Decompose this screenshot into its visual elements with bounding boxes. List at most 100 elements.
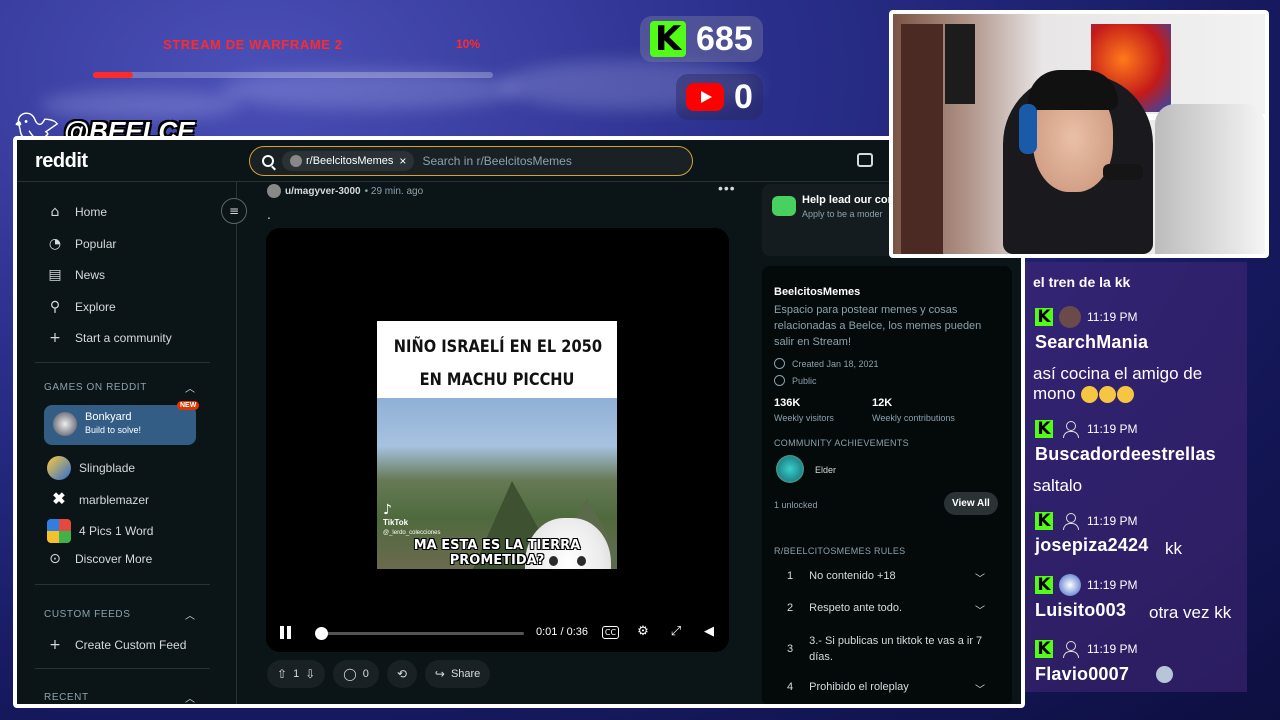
chat-username[interactable]: josepiza2424 [1035,535,1148,556]
advertise-icon[interactable] [857,153,873,167]
chat-username[interactable]: SearchMania [1035,332,1148,353]
kick-icon: K [1035,512,1053,530]
heart-badge-icon [772,196,796,216]
chat-message-text [1155,664,1173,684]
video-time: 0:01 / 0:36 [536,626,588,638]
avatar [1059,638,1081,660]
contributions-label: Weekly contributions [872,413,955,423]
sidebar-game-4pics1word[interactable]: 4 Pics 1 Word [47,519,153,543]
vote-group: ⇧ 1 ⇩ [267,660,326,688]
scrubber-handle[interactable] [315,627,328,640]
meme-bottom-caption: MA ESTA ES LA TIERRA PROMETIDA? [413,538,581,568]
vote-count: 1 [293,668,300,680]
rule-text: No contenido +18 [809,570,896,582]
meme-frame: ♪ TikTok @_lerdo_colecciones NIÑO ISRAEL… [377,321,617,569]
chat-username[interactable]: Luisito003 [1035,600,1126,621]
chevron-up-icon[interactable]: ︿ [185,690,195,704]
streamer-hair-image [1028,70,1118,110]
chevron-down-icon[interactable]: ﹀ [975,570,985,585]
pause-button[interactable] [280,626,294,640]
rule-number: 2 [787,602,794,614]
elder-achievement-icon[interactable] [776,455,804,483]
smile-emoji-icon [1081,386,1099,404]
chat-timestamp: 11:19 PM [1087,642,1138,656]
chat-username[interactable]: Buscadordeestrellas [1035,444,1216,465]
game-title: Bonkyard [85,411,132,423]
sidebar-divider [35,362,210,363]
gamepad-icon: ⊙ [49,551,61,567]
sidebar-game-bonkyard-content[interactable]: Bonkyard Build to solve! [53,411,141,437]
sidebar-item-start-community[interactable]: + Start a community [47,330,172,346]
chevron-down-icon[interactable]: ﹀ [975,602,985,617]
rules-label: R/BEELCITOSMEMES RULES [774,546,906,556]
sidebar-item-label: Popular [75,237,117,251]
crosspost-button[interactable]: ⟲ [386,660,417,688]
rule-item[interactable]: 2 Respeto ante todo. [787,602,902,614]
goal-progress-fill [93,72,133,78]
games-section-label: GAMES ON REDDIT [44,382,147,393]
chat-timestamp: 11:19 PM [1087,578,1138,592]
kick-icon: K [1035,420,1053,438]
share-button[interactable]: ↪ Share [424,660,491,688]
unlocked-count: 1 unlocked [774,500,818,510]
sidebar-collapse-button[interactable]: ≡ [221,198,247,224]
create-custom-feed[interactable]: + Create Custom Feed [47,637,186,653]
post-title[interactable]: . [267,206,271,222]
rule-item[interactable]: 1 No contenido +18 [787,570,896,582]
chevron-up-icon[interactable]: ︿ [185,380,195,395]
sidebar-game-slingblade[interactable]: Slingblade [47,456,135,480]
rule-item[interactable]: 3 3.- Si publicas un tiktok te vas a ir … [787,633,989,665]
meme-caption-line: NIÑO ISRAELÍ EN EL 2050 [393,337,603,357]
kick-count: 685 [696,19,753,58]
subreddit-search-chip[interactable]: r/BeelcitosMemes × [282,151,415,171]
reddit-header: reddit r/BeelcitosMemes × Search in r/Be… [17,140,1021,182]
community-name: BeelcitosMemes [774,286,861,298]
sidebar-item-popular[interactable]: ◔ Popular [47,236,116,252]
meme-caption-line: EN MACHU PICCHU [419,370,575,390]
post-actions: ⇧ 1 ⇩ ◯ 0 ⟲ ↪ Share [267,660,491,688]
upvote-icon[interactable]: ⇧ [277,667,287,681]
tiktok-watermark: ♪ TikTok @_lerdo_colecciones [383,502,440,536]
rule-item[interactable]: 4 Prohibido el roleplay [787,681,909,693]
explore-icon: ⚲ [49,299,61,315]
comments-button[interactable]: ◯ 0 [333,660,379,688]
video-player[interactable]: ♪ TikTok @_lerdo_colecciones NIÑO ISRAEL… [266,228,729,652]
reddit-logo[interactable]: reddit [35,150,88,173]
more-options-icon[interactable]: ••• [718,180,736,196]
subreddit-avatar [290,155,302,167]
sidebar-item-home[interactable]: ⌂ Home [47,204,107,220]
view-all-button[interactable]: View All [944,492,998,515]
home-icon: ⌂ [50,204,60,220]
captions-button[interactable]: CC [602,626,619,639]
chat-username[interactable]: Flavio0007 [1035,664,1129,685]
sidebar-item-label: Home [75,205,108,219]
chevron-up-icon[interactable]: ︿ [185,607,195,622]
visitors-value: 136K [774,397,801,409]
fullscreen-icon[interactable]: ⤢ [668,624,684,640]
post-author[interactable]: u/magyver-3000 [285,186,361,197]
chat-message-text: otra vez kk [1149,603,1232,622]
chevron-down-icon[interactable]: ﹀ [975,681,985,696]
volume-icon[interactable]: ◀ [701,624,717,640]
settings-gear-icon[interactable]: ⚙ [635,624,651,640]
game-title: marblemazer [79,493,150,507]
sidebar-item-explore[interactable]: ⚲ Explore [47,299,116,315]
chip-close-icon[interactable]: × [399,154,406,168]
sidebar-item-news[interactable]: ▤ News [47,267,105,283]
search-bar[interactable]: r/BeelcitosMemes × Search in r/Beelcitos… [249,146,693,176]
marblemazer-icon: ✖ [52,491,66,508]
chat-timestamp: 11:19 PM [1087,514,1138,528]
chat-message-text: kk [1165,539,1182,558]
plus-icon: + [49,637,61,653]
downvote-icon[interactable]: ⇩ [305,667,315,681]
sidebar-discover-more[interactable]: ⊙ Discover More [47,551,152,567]
search-input[interactable]: Search in r/BeelcitosMemes [422,154,571,168]
sidebar-game-marblemazer[interactable]: ✖ marblemazer [47,488,149,512]
chat-timestamp: 11:19 PM [1087,310,1138,324]
video-scrubber[interactable] [315,627,524,640]
youtube-count: 0 [734,77,753,116]
visitors-label: Weekly visitors [774,413,834,423]
rule-number: 3 [787,643,794,655]
crosspost-icon: ⟲ [396,667,407,681]
created-label: Created Jan 18, 2021 [792,358,879,369]
